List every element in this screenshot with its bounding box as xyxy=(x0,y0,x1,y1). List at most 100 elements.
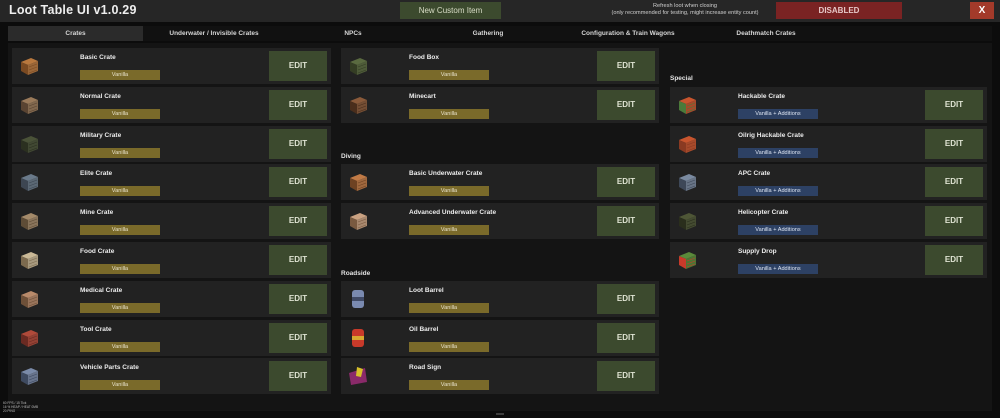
loot-card-road-sign: Road Sign Vanilla EDIT xyxy=(341,358,659,395)
edit-button[interactable]: EDIT xyxy=(597,89,655,120)
edit-button[interactable]: EDIT xyxy=(269,167,327,198)
hackable-crate-icon xyxy=(676,94,698,116)
loot-card-food-crate: Food Crate Vanilla EDIT xyxy=(12,242,331,278)
edit-button[interactable]: EDIT xyxy=(269,322,327,353)
loot-card-minecart: Minecart Vanilla EDIT xyxy=(341,86,659,123)
loot-card-title: Helicopter Crate xyxy=(738,209,789,217)
loot-card-tool-crate: Tool Crate Vanilla EDIT xyxy=(12,319,331,356)
loot-card-oilrig-hackable-crate: Oilrig Hackable Crate Vanilla + Additions… xyxy=(670,125,987,162)
edit-button[interactable]: EDIT xyxy=(925,245,983,275)
loot-source-badge: Vanilla + Additions xyxy=(738,186,818,197)
section-title-roadside: Roadside xyxy=(341,270,371,277)
advanced-underwater-crate-icon xyxy=(347,210,369,232)
loot-card-food-box: Food Box Vanilla EDIT xyxy=(341,48,659,84)
loot-card-title: Medical Crate xyxy=(80,286,123,294)
edit-button[interactable]: EDIT xyxy=(925,128,983,159)
loot-source-badge: Vanilla xyxy=(409,225,489,236)
edit-button[interactable]: EDIT xyxy=(925,89,983,120)
section-title-special: Special xyxy=(670,75,693,82)
loot-source-badge: Vanilla xyxy=(409,108,489,119)
ping-stat: 20 PING xyxy=(3,409,16,413)
edit-button[interactable]: EDIT xyxy=(597,167,655,198)
loot-source-badge: Vanilla xyxy=(409,380,489,391)
loot-card-advanced-underwater-crate: Advanced Underwater Crate Vanilla EDIT xyxy=(341,203,659,240)
loot-card-normal-crate: Normal Crate Vanilla EDIT xyxy=(12,86,331,123)
loot-source-badge: Vanilla xyxy=(80,341,160,352)
loot-source-badge: Vanilla xyxy=(409,341,489,352)
loot-card-title: Minecart xyxy=(409,92,436,100)
resize-handle[interactable] xyxy=(496,413,504,415)
loot-card-title: Elite Crate xyxy=(80,170,113,178)
loot-card-title: APC Crate xyxy=(738,170,771,178)
loot-card-loot-barrel: Loot Barrel Vanilla EDIT xyxy=(341,280,659,317)
tab-gathering[interactable]: Gathering xyxy=(463,26,513,41)
loot-card-title: Vehicle Parts Crate xyxy=(80,364,139,372)
loot-card-title: Basic Crate xyxy=(80,54,116,61)
loot-card-title: Oilrig Hackable Crate xyxy=(738,131,804,139)
loot-source-badge: Vanilla xyxy=(80,186,160,197)
loot-card-title: Supply Drop xyxy=(738,248,777,255)
tool-crate-icon xyxy=(18,327,40,349)
food-crate-icon xyxy=(18,249,40,271)
loot-card-medical-crate: Medical Crate Vanilla EDIT xyxy=(12,280,331,317)
supply-drop-icon xyxy=(676,249,698,271)
normal-crate-icon xyxy=(18,94,40,116)
loot-source-badge: Vanilla + Additions xyxy=(738,147,818,158)
edit-button[interactable]: EDIT xyxy=(925,167,983,198)
tab-bar: Crates Underwater / Invisible Crates NPC… xyxy=(8,26,992,41)
tab-crates[interactable]: Crates xyxy=(8,26,143,41)
loot-source-badge: Vanilla xyxy=(80,70,160,80)
section-title-diving: Diving xyxy=(341,153,361,160)
loot-source-badge: Vanilla xyxy=(80,380,160,391)
tab-deathmatch-crates[interactable]: Deathmatch Crates xyxy=(726,26,806,41)
tab-configuration-train-wagons[interactable]: Configuration & Train Wagons xyxy=(573,26,683,41)
loot-card-title: Normal Crate xyxy=(80,92,121,100)
tab-npcs[interactable]: NPCs xyxy=(328,26,378,41)
edit-button[interactable]: EDIT xyxy=(269,128,327,159)
edit-button[interactable]: EDIT xyxy=(597,283,655,314)
edit-button[interactable]: EDIT xyxy=(269,245,327,275)
oil-barrel-icon xyxy=(347,327,369,349)
edit-button[interactable]: EDIT xyxy=(597,206,655,237)
loot-source-badge: Vanilla xyxy=(409,186,489,197)
loot-source-badge: Vanilla xyxy=(80,108,160,119)
basic-underwater-crate-icon xyxy=(347,171,369,193)
loot-card-title: Road Sign xyxy=(409,364,442,372)
edit-button[interactable]: EDIT xyxy=(597,51,655,81)
helicopter-crate-icon xyxy=(676,210,698,232)
apc-crate-icon xyxy=(676,171,698,193)
loot-source-badge: Vanilla + Additions xyxy=(738,108,818,119)
loot-card-apc-crate: APC Crate Vanilla + Additions EDIT xyxy=(670,164,987,201)
loot-card-basic-crate: Basic Crate Vanilla EDIT xyxy=(12,48,331,84)
edit-button[interactable]: EDIT xyxy=(597,322,655,353)
tab-underwater-invisible-crates[interactable]: Underwater / Invisible Crates xyxy=(148,26,280,41)
edit-button[interactable]: EDIT xyxy=(269,206,327,237)
loot-source-badge: Vanilla xyxy=(409,302,489,313)
app-title: Loot Table UI v1.0.29 xyxy=(9,3,137,17)
edit-button[interactable]: EDIT xyxy=(925,206,983,237)
loot-card-elite-crate: Elite Crate Vanilla EDIT xyxy=(12,164,331,201)
edit-button[interactable]: EDIT xyxy=(269,51,327,81)
loot-card-oil-barrel: Oil Barrel Vanilla EDIT xyxy=(341,319,659,356)
loot-card-military-crate: Military Crate Vanilla EDIT xyxy=(12,125,331,162)
edit-button[interactable]: EDIT xyxy=(597,361,655,392)
loot-card-title: Basic Underwater Crate xyxy=(409,170,483,178)
loot-card-hackable-crate: Hackable Crate Vanilla + Additions EDIT xyxy=(670,86,987,123)
loot-card-basic-underwater-crate: Basic Underwater Crate Vanilla EDIT xyxy=(341,164,659,201)
refresh-loot-text-line: Refresh loot when closing xyxy=(652,3,718,9)
loot-card-title: Tool Crate xyxy=(80,325,112,333)
new-custom-item-button[interactable]: New Custom Item xyxy=(400,2,501,19)
loot-card-vehicle-parts-crate: Vehicle Parts Crate Vanilla EDIT xyxy=(12,358,331,395)
loot-barrel-icon xyxy=(347,288,369,310)
minecart-icon xyxy=(347,94,369,116)
oilrig-hackable-crate-icon xyxy=(676,133,698,155)
military-crate-icon xyxy=(18,133,40,155)
loot-card-title: Hackable Crate xyxy=(738,92,785,100)
edit-button[interactable]: EDIT xyxy=(269,89,327,120)
basic-crate-icon xyxy=(18,55,40,77)
edit-button[interactable]: EDIT xyxy=(269,283,327,314)
edit-button[interactable]: EDIT xyxy=(269,361,327,392)
close-button[interactable]: X xyxy=(970,2,994,19)
refresh-toggle-button[interactable]: DISABLED xyxy=(776,2,902,19)
loot-card-title: Oil Barrel xyxy=(409,325,439,333)
